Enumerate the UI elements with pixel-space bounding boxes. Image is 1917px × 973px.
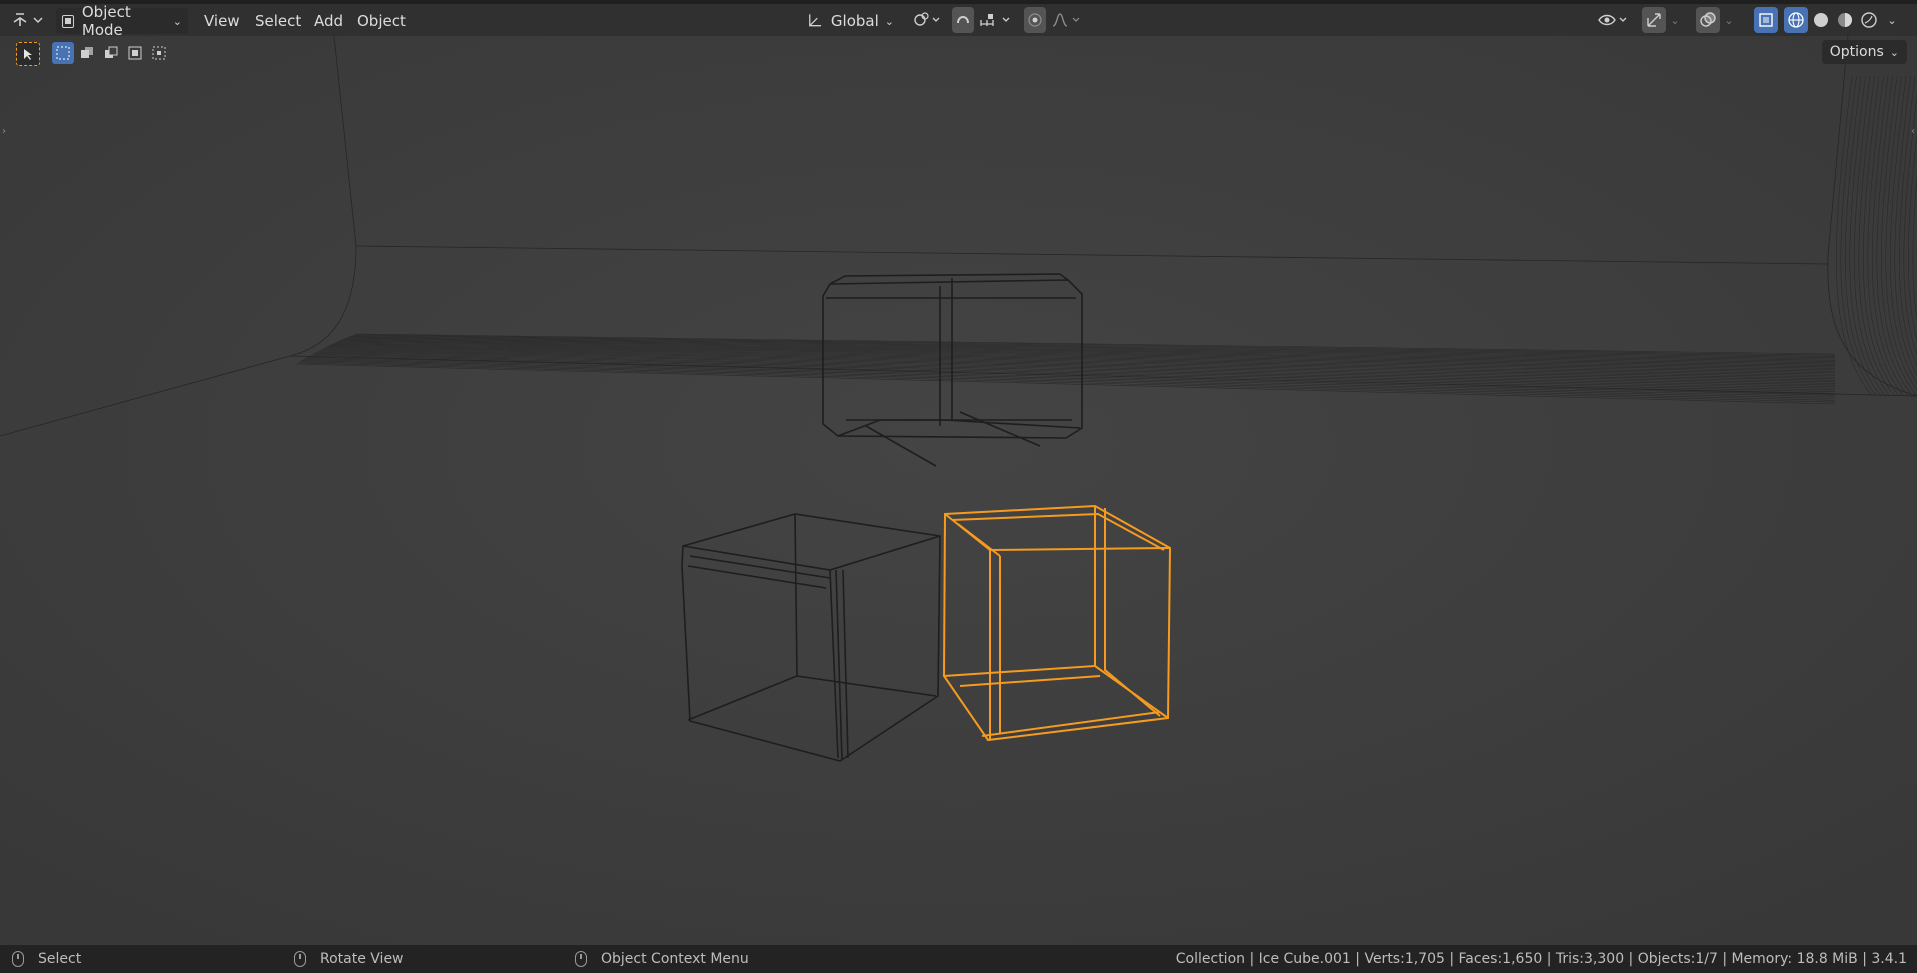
shading-wireframe-button[interactable]: [1784, 7, 1808, 33]
transform-orientation-dropdown[interactable]: Global ⌄: [800, 8, 900, 34]
object-mode-icon: [62, 14, 74, 28]
menu-view[interactable]: View: [200, 10, 244, 32]
3d-viewport[interactable]: › ‹: [0, 36, 1917, 945]
mode-dropdown[interactable]: Object Mode ⌄: [56, 3, 188, 39]
select-intersect-icon: [152, 46, 166, 60]
overlays-toggle[interactable]: [1696, 7, 1720, 33]
scene-statistics-text: Collection | Ice Cube.001 | Verts:1,705 …: [1175, 951, 1907, 967]
pivot-point-button[interactable]: [910, 7, 944, 33]
snap-toggle[interactable]: [952, 7, 974, 33]
snap-target-dropdown[interactable]: [976, 7, 1016, 33]
tweak-tool-button[interactable]: [16, 42, 40, 66]
chevron-down-icon: ⌄: [1887, 13, 1897, 27]
xray-toggle[interactable]: [1754, 7, 1778, 33]
sidebar-expand-arrow[interactable]: ‹: [1911, 126, 1915, 137]
select-mode-intersect[interactable]: [148, 42, 170, 64]
mode-label: Object Mode: [81, 3, 131, 39]
options-dropdown[interactable]: Options ⌄: [1821, 40, 1907, 64]
status-bar: Select Rotate View Object Context Menu C…: [0, 945, 1917, 973]
chevron-down-icon: ⌄: [172, 14, 182, 28]
scene-canvas[interactable]: [0, 36, 1917, 945]
proportional-falloff-dropdown[interactable]: [1048, 7, 1086, 33]
select-subtract-icon: [105, 46, 118, 58]
proportional-edit-toggle[interactable]: [1024, 7, 1046, 33]
pivot-icon: [914, 12, 940, 26]
falloff-curve-icon: [1052, 13, 1080, 27]
orientation-axes-icon: [809, 14, 822, 27]
gizmo-dropdown[interactable]: ⌄: [1668, 7, 1682, 33]
viewport-header: Object Mode ⌄ View Select Add Object Glo…: [0, 3, 1917, 39]
select-new-icon: [56, 46, 70, 60]
chevron-down-icon: ⌄: [1724, 13, 1734, 27]
select-mode-subtract[interactable]: [100, 42, 122, 64]
shading-rendered-button[interactable]: [1858, 7, 1880, 33]
status-middle-label: Rotate View: [320, 951, 404, 967]
orientation-label: Global: [830, 12, 879, 30]
eye-icon: [1598, 14, 1627, 26]
shading-solid-button[interactable]: [1810, 7, 1832, 33]
wireframe-sphere-icon: [1788, 12, 1804, 28]
shading-options-dropdown[interactable]: ⌄: [1882, 7, 1902, 33]
cursor-arrow-icon: [24, 49, 32, 60]
chevron-down-icon: ⌄: [1889, 45, 1899, 59]
select-mode-extend[interactable]: [76, 42, 98, 64]
shading-material-button[interactable]: [1834, 7, 1856, 33]
status-left-label: Select: [38, 951, 82, 967]
mouse-right-icon: [575, 951, 587, 967]
status-right-click: Object Context Menu: [575, 945, 749, 973]
chevron-down-icon: ⌄: [884, 14, 894, 28]
visibility-button[interactable]: [1596, 7, 1630, 33]
xray-icon: [1759, 13, 1773, 27]
snap-increment-icon: [980, 14, 1010, 26]
status-middle-click: Rotate View: [294, 945, 404, 973]
rendered-sphere-icon: [1861, 12, 1877, 28]
menu-select[interactable]: Select: [251, 10, 305, 32]
mouse-middle-icon: [294, 951, 306, 967]
toolbar-expand-arrow[interactable]: ›: [2, 126, 6, 137]
select-invert-icon: [128, 46, 142, 60]
status-left-click: Select: [12, 945, 81, 973]
menu-add[interactable]: Add: [310, 10, 347, 32]
select-mode-invert[interactable]: [124, 42, 146, 64]
menu-object[interactable]: Object: [353, 10, 410, 32]
overlays-dropdown[interactable]: ⌄: [1722, 7, 1736, 33]
select-extend-icon: [81, 47, 93, 58]
status-right-label: Object Context Menu: [601, 951, 749, 967]
select-mode-new[interactable]: [52, 42, 74, 64]
mouse-left-icon: [12, 951, 24, 967]
overlays-icon: [1700, 12, 1716, 27]
editor-type-button[interactable]: [8, 7, 46, 33]
material-sphere-icon: [1838, 13, 1852, 27]
editor-type-icon: [13, 13, 43, 26]
solid-sphere-icon: [1814, 13, 1828, 27]
proportional-edit-icon: [1028, 13, 1042, 27]
gizmo-toggle[interactable]: [1642, 7, 1666, 33]
snap-magnet-icon: [957, 16, 969, 24]
scene-statistics: Collection | Ice Cube.001 | Verts:1,705 …: [1176, 945, 1907, 973]
chevron-down-icon: ⌄: [1670, 13, 1680, 27]
options-label: Options: [1829, 44, 1884, 60]
gizmo-icon: [1647, 13, 1661, 27]
